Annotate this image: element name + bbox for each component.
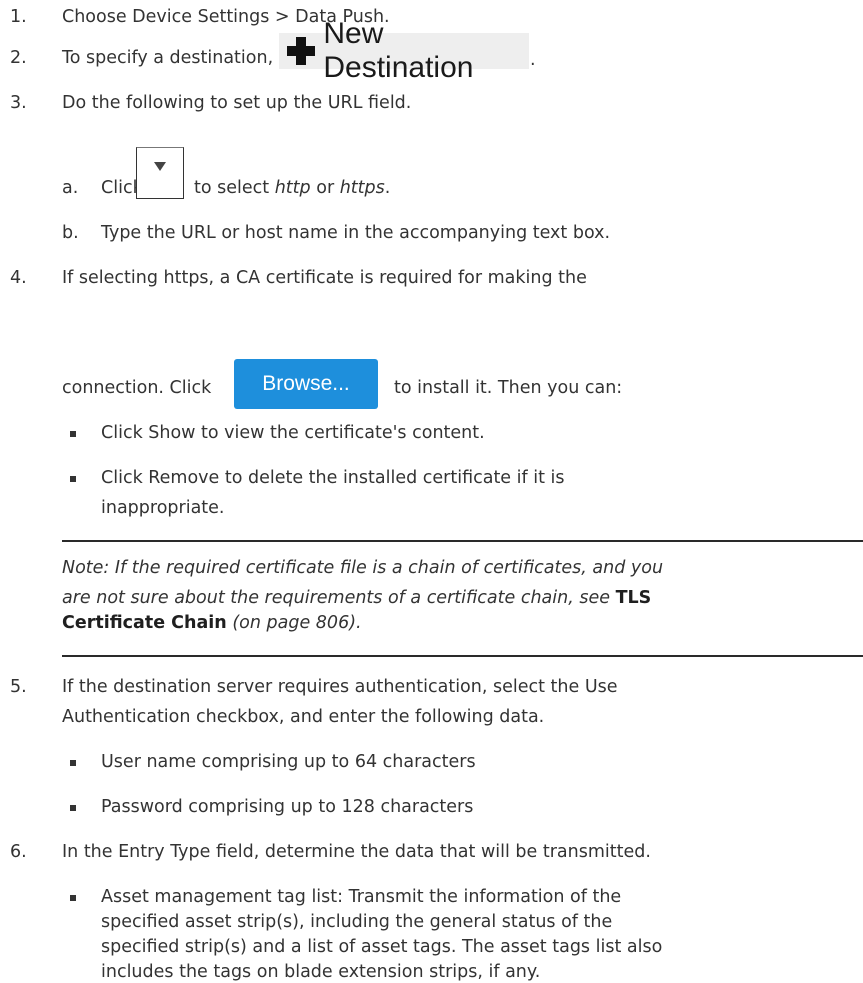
step-5-line1: If the destination server requires authe… (62, 677, 618, 697)
step-1-number: 1. (10, 7, 27, 27)
step-4-bullet-2-cont: inappropriate. (101, 498, 225, 518)
step-4-number: 4. (10, 268, 27, 288)
step-5-number: 5. (10, 677, 27, 697)
step-6-text: In the Entry Type field, determine the d… (62, 842, 651, 862)
step-4-bullet-1: Click Show to view the certificate's con… (101, 423, 485, 443)
protocol-dropdown[interactable] (136, 147, 184, 199)
step-4-line2-post: to install it. Then you can: (394, 378, 623, 398)
step-6-bullet-line-3: specified strip(s) and a list of asset t… (101, 937, 663, 957)
step-3-text: Do the following to set up the URL field… (62, 93, 412, 113)
step-4-line2-pre: connection. Click (62, 378, 212, 398)
step-5-line2: Authentication checkbox, and enter the f… (62, 707, 545, 727)
step-3a-https: https (339, 178, 385, 198)
tls-link-part-1[interactable]: TLS (616, 588, 652, 608)
step-5-bullet-2: Password comprising up to 128 characters (101, 797, 474, 817)
browse-button[interactable]: Browse... (234, 359, 378, 409)
note-line-2-text: are not sure about the requirements of a… (62, 588, 611, 608)
plus-icon (287, 37, 316, 65)
new-destination-label: New Destination (323, 17, 474, 84)
step-3a-end: . (384, 178, 391, 198)
note-line-1: Note: If the required certificate file i… (62, 557, 663, 579)
step-3a-http: http (274, 178, 311, 198)
step-3b-letter: b. (62, 223, 79, 243)
tls-link-part-2[interactable]: Certificate Chain (62, 613, 227, 633)
step-6-bullet-line-4: includes the tags on blade extension str… (101, 962, 541, 982)
bullet-marker (70, 760, 76, 766)
step-3a-mid: to select (194, 178, 270, 198)
step-4-bullet-2: Click Remove to delete the installed cer… (101, 468, 565, 488)
step-3a-rest: to select http or https. (194, 177, 390, 199)
step-4-line1: If selecting https, a CA certificate is … (62, 268, 587, 288)
step-2-number: 2. (10, 48, 27, 68)
bullet-marker (70, 895, 76, 901)
step-2-suffix: . (530, 50, 536, 70)
note-line-2: are not sure about the requirements of a… (62, 587, 651, 609)
step-3b-text: Type the URL or host name in the accompa… (101, 223, 611, 243)
bullet-marker (70, 431, 76, 437)
new-destination-button[interactable]: New Destination (279, 17, 529, 84)
step-5-bullet-1: User name comprising up to 64 characters (101, 752, 476, 772)
step-3a-or: or (316, 178, 335, 198)
note-bottom-rule (62, 655, 863, 657)
step-3a-letter: a. (62, 178, 79, 198)
dropdown-arrow-icon (154, 162, 166, 171)
note-line-1-text: Note: If the required certificate file i… (62, 558, 664, 578)
step-6-bullet-line-2: specified asset strip(s), including the … (101, 912, 613, 932)
bullet-marker (70, 805, 76, 811)
note-top-rule (62, 540, 863, 542)
step-6-bullet-line-1: Asset management tag list: Transmit the … (101, 887, 622, 907)
step-3-number: 3. (10, 93, 27, 113)
step-6-number: 6. (10, 842, 27, 862)
bullet-marker (70, 476, 76, 482)
note-page-ref: (on page 806). (232, 613, 362, 633)
note-line-3: Certificate Chain (on page 806). (62, 612, 362, 634)
